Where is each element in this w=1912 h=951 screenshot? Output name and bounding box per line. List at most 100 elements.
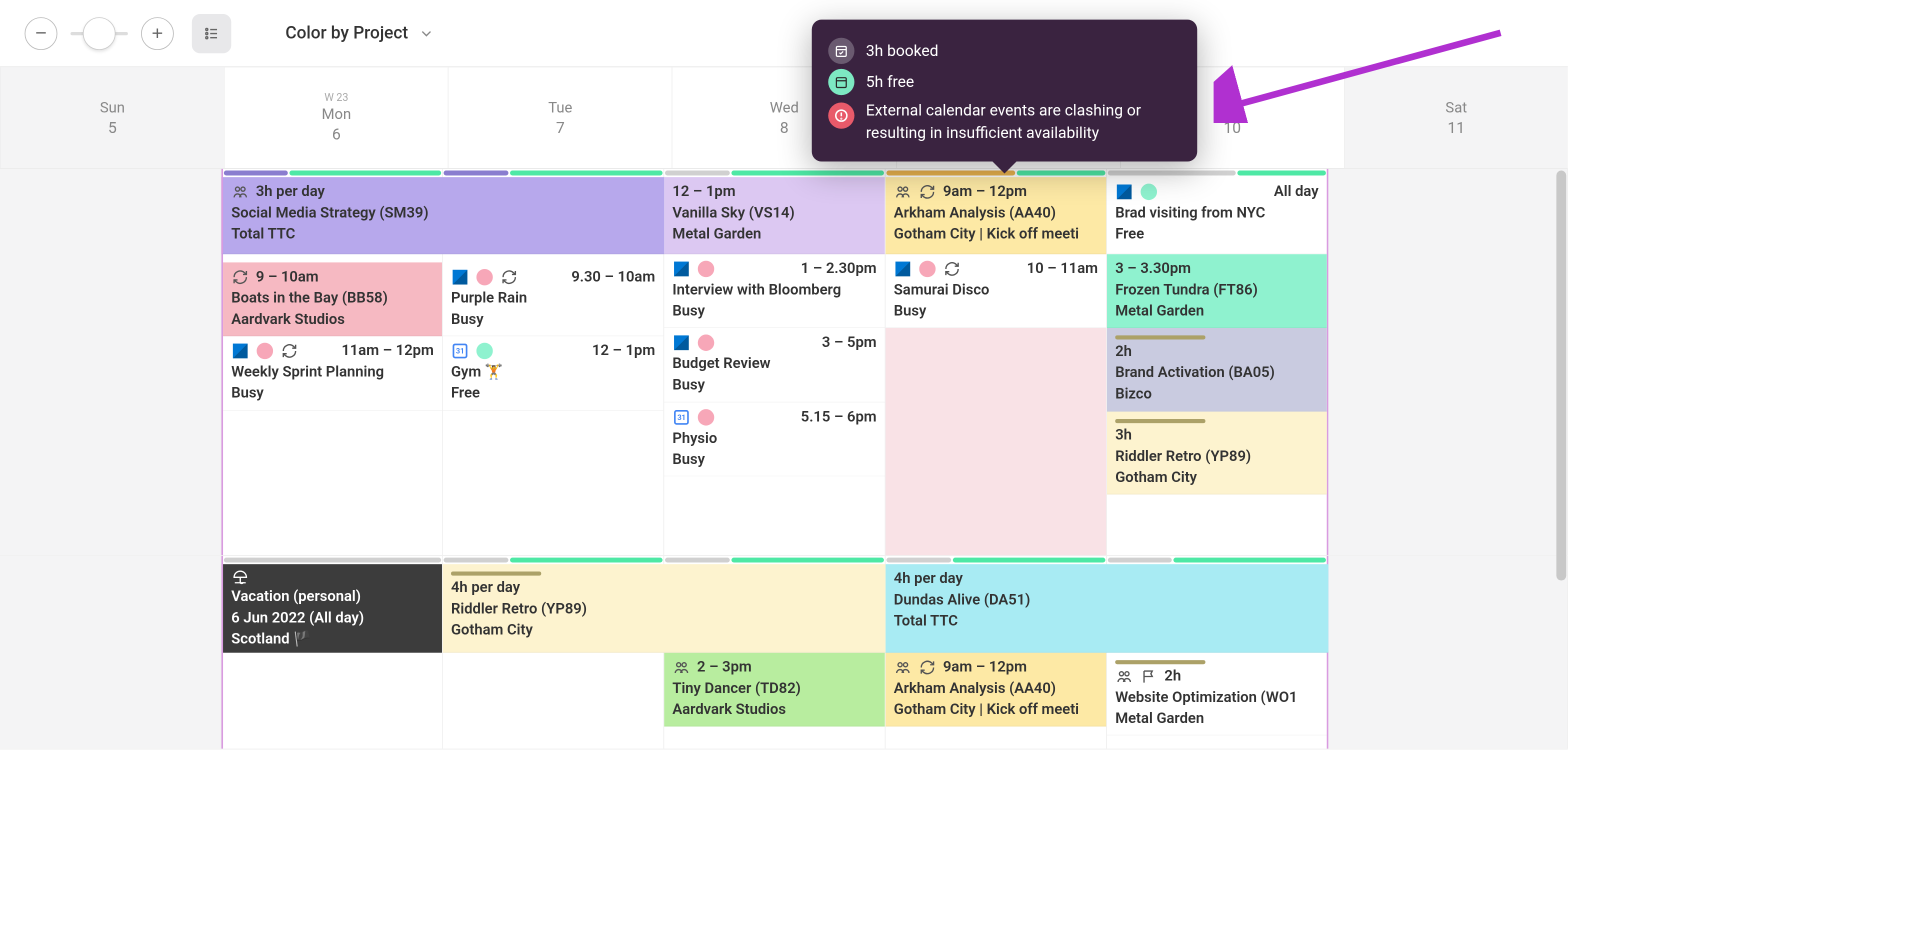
zoom-slider[interactable]: [71, 32, 128, 35]
event-time: 12 – 1pm: [592, 341, 655, 362]
event-vacation[interactable]: Vacation (personal)6 Jun 2022 (All day)S…: [223, 564, 442, 653]
color-by-dropdown[interactable]: Color by Project: [285, 23, 434, 43]
resource-row-2: Vacation (personal)6 Jun 2022 (All day)S…: [0, 556, 1568, 750]
event-client: Metal Garden: [1115, 709, 1318, 730]
event-status: Busy: [672, 375, 876, 396]
event-budget-review[interactable]: 3 – 5pmBudget ReviewBusy: [664, 328, 885, 402]
event-client: Total TTC: [894, 611, 1320, 632]
repeat-icon: [943, 260, 961, 278]
event-title: Dundas Alive (DA51): [894, 590, 1320, 611]
event-physio[interactable]: 315.15 – 6pmPhysioBusy: [664, 402, 885, 476]
event-arkham-analysis-2[interactable]: 9am – 12pmArkham Analysis (AA40)Gotham C…: [886, 653, 1107, 727]
day-header-sun[interactable]: Sun5: [0, 67, 224, 168]
event-time: 12 – 1pm: [672, 181, 735, 202]
event-title: Arkham Analysis (AA40): [894, 203, 1098, 224]
zoom-in-button[interactable]: +: [141, 17, 174, 50]
event-client: Gotham City | Kick off meeti: [894, 224, 1098, 245]
list-view-toggle[interactable]: [192, 14, 231, 53]
event-title: Vanilla Sky (VS14): [672, 203, 876, 224]
event-client: Aardvark Studios: [231, 309, 434, 330]
day-header-sat[interactable]: Sat11: [1344, 67, 1568, 168]
event-time: 3h: [1115, 424, 1132, 445]
day-cell-thu[interactable]: 9am – 12pmArkham Analysis (AA40)Gotham C…: [886, 169, 1107, 555]
event-arkham-analysis[interactable]: 9am – 12pmArkham Analysis (AA40)Gotham C…: [886, 177, 1107, 254]
event-title: Purple Rain: [451, 288, 655, 309]
event-title: Physio: [672, 428, 876, 449]
event-time: 2 – 3pm: [697, 657, 752, 678]
warning-icon: [828, 103, 854, 129]
event-title: Gym 🏋️: [451, 362, 655, 383]
event-time: 9am – 12pm: [943, 181, 1027, 202]
dot_pink-icon: [697, 408, 715, 426]
event-title: Website Optimization (WO1: [1115, 687, 1318, 708]
day-header-tue[interactable]: Tue7: [448, 67, 672, 168]
repeat-icon: [280, 342, 298, 360]
color-by-label: Color by Project: [285, 23, 408, 43]
umbrella-icon: [231, 568, 249, 586]
event-weekly-sprint[interactable]: 11am – 12pmWeekly Sprint PlanningBusy: [223, 336, 442, 410]
event-social-media-strategy[interactable]: 3h per daySocial Media Strategy (SM39)To…: [221, 177, 664, 254]
dot_pink-icon: [697, 260, 715, 278]
event-status: Busy: [231, 383, 434, 404]
event-website-optimization[interactable]: 2hWebsite Optimization (WO1Metal Garden: [1107, 653, 1327, 736]
event-time: 1 – 2.30pm: [801, 258, 877, 279]
event-title: Samurai Disco: [894, 280, 1098, 301]
event-client: Gotham City: [451, 620, 877, 641]
booked-label: 3h booked: [866, 40, 939, 62]
event-purple-rain[interactable]: 9.30 – 10amPurple RainBusy: [443, 262, 664, 336]
event-riddler-retro-span[interactable]: 4h per dayRiddler Retro (YP89)Gotham Cit…: [443, 564, 886, 653]
event-title: Boats in the Bay (BB58): [231, 288, 434, 309]
event-client: Metal Garden: [1115, 301, 1318, 322]
event-riddler-retro[interactable]: 3hRiddler Retro (YP89)Gotham City: [1107, 411, 1327, 494]
event-title: Weekly Sprint Planning: [231, 362, 434, 383]
toolbar: − + Color by Project: [0, 0, 1568, 67]
chevron-down-icon: [418, 25, 434, 41]
resource-row-1: 9 – 10amBoats in the Bay (BB58)Aardvark …: [0, 169, 1568, 556]
event-date: 6 Jun 2022 (All day): [231, 608, 434, 629]
event-boats-in-bay[interactable]: 9 – 10amBoats in the Bay (BB58)Aardvark …: [223, 262, 442, 336]
event-client: Gotham City | Kick off meeti: [894, 700, 1098, 721]
event-vanilla-sky[interactable]: 12 – 1pmVanilla Sky (VS14)Metal Garden: [664, 177, 885, 254]
scrollbar[interactable]: [1556, 171, 1566, 581]
event-interview-bloomberg[interactable]: 1 – 2.30pmInterview with BloombergBusy: [664, 254, 885, 328]
event-dundas-alive[interactable]: 4h per dayDundas Alive (DA51)Total TTC: [886, 564, 1329, 653]
list-icon: [203, 25, 219, 41]
day-cell-sat-2: [1328, 556, 1567, 749]
flag-icon: [1140, 668, 1158, 686]
people-icon: [894, 658, 912, 676]
day-header-mon[interactable]: W 23Mon6: [224, 67, 448, 168]
dot_teal-icon: [1140, 183, 1158, 201]
zoom-out-button[interactable]: −: [25, 17, 58, 50]
repeat-icon: [918, 658, 936, 676]
day-cell-mon-2[interactable]: Vacation (personal)6 Jun 2022 (All day)S…: [221, 556, 442, 749]
event-title: Brand Activation (BA05): [1115, 363, 1318, 384]
win-icon: [672, 260, 690, 278]
event-status: Busy: [672, 449, 876, 470]
event-brad-visiting[interactable]: All dayBrad visiting from NYCFree: [1107, 177, 1327, 254]
win-icon: [451, 268, 469, 286]
event-frozen-tundra[interactable]: 3 – 3.30pmFrozen Tundra (FT86)Metal Gard…: [1107, 254, 1327, 328]
availability-tooltip: 3h booked 5h free External calendar even…: [812, 20, 1197, 162]
free-label: 5h free: [866, 71, 914, 93]
event-samurai-disco[interactable]: 10 – 11amSamurai DiscoBusy: [886, 254, 1107, 328]
event-time: 3 – 5pm: [822, 332, 877, 353]
event-title: Vacation (personal): [231, 586, 434, 607]
day-cell-wed[interactable]: 12 – 1pmVanilla Sky (VS14)Metal Garden 1…: [664, 169, 885, 555]
day-cell-fri[interactable]: All dayBrad visiting from NYCFree 3 – 3.…: [1107, 169, 1328, 555]
event-title: Arkham Analysis (AA40): [894, 678, 1098, 699]
event-client: Gotham City: [1115, 467, 1318, 488]
event-time: 4h per day: [451, 577, 520, 598]
event-tiny-dancer[interactable]: 2 – 3pmTiny Dancer (TD82)Aardvark Studio…: [664, 653, 885, 727]
event-status: Free: [451, 383, 655, 404]
calendar-header: Jun 2022 Sun5W 23Mon6Tue7Wed8Thu9Fri10Sa…: [0, 67, 1568, 169]
event-title: Frozen Tundra (FT86): [1115, 280, 1318, 301]
event-brand-activation[interactable]: 2hBrand Activation (BA05)Bizco: [1107, 328, 1327, 411]
event-status: Free: [1115, 224, 1318, 245]
event-time: 9 – 10am: [256, 267, 319, 288]
people-icon: [894, 183, 912, 201]
event-title: Brad visiting from NYC: [1115, 203, 1318, 224]
event-time: 9am – 12pm: [943, 657, 1027, 678]
event-location: Scotland 🏴: [231, 629, 434, 650]
event-client: Aardvark Studios: [672, 700, 876, 721]
event-gym[interactable]: 3112 – 1pmGym 🏋️Free: [443, 336, 664, 410]
